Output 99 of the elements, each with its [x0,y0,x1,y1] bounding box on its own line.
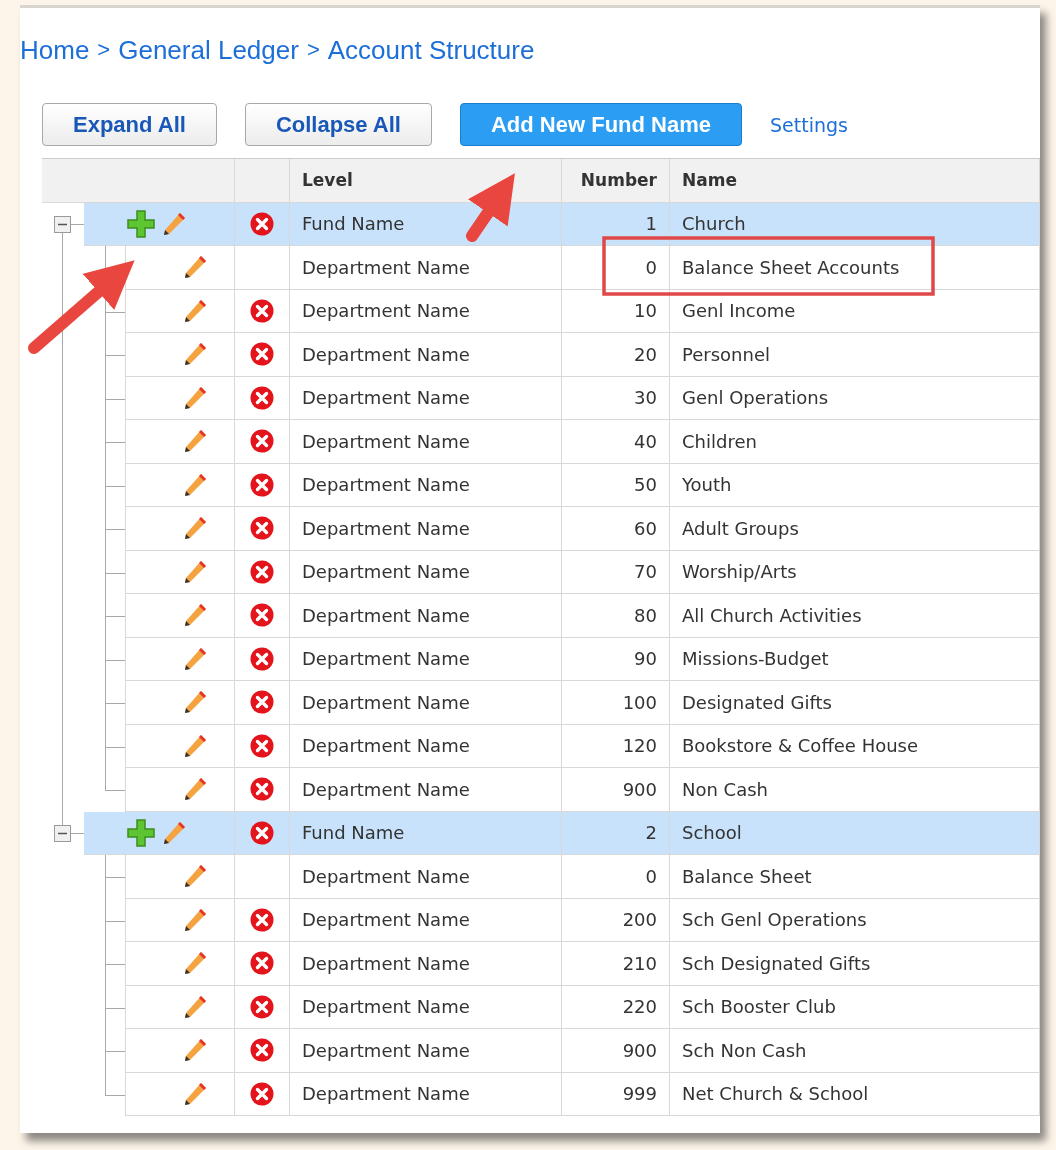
delete-icon[interactable] [250,733,274,758]
table-cell-text: Children [681,430,758,452]
table-cell-text: 120 [621,735,658,757]
delete-icon[interactable] [250,690,274,715]
table-cell-text: Sch Designated Gifts [681,952,872,974]
table-cell-text: 40 [633,430,658,452]
table-cell-text: Balance Sheet Accounts [681,256,901,278]
delete-icon[interactable] [250,211,274,236]
table-cell-text: Genl Income [681,300,797,322]
table-cell-text: 100 [621,691,658,713]
table-cell-text: Balance Sheet [681,865,813,887]
breadcrumb-separator: > [306,37,320,63]
delete-icon[interactable] [250,820,274,845]
table-cell-text: 2 [644,822,658,844]
table-cell-text: Department Name [301,343,471,365]
breadcrumb-link[interactable]: General Ledger [118,34,299,66]
table-cell-text: Department Name [301,735,471,757]
table-cell-text: 50 [633,474,658,496]
delete-icon[interactable] [250,1081,274,1106]
table-cell-text: Personnel [681,343,771,365]
table-cell-text: 20 [633,343,658,365]
table-cell-text: School [681,822,743,844]
table-cell-text: Department Name [301,256,471,278]
table-cell-text: Sch Genl Operations [681,909,868,931]
plus-icon[interactable] [126,817,156,848]
breadcrumb-separator: > [97,37,111,63]
delete-icon[interactable] [250,951,274,976]
table-cell-text: 900 [621,778,658,800]
table-cell-text: Sch Booster Club [681,996,837,1018]
table-cell-text: Department Name [301,648,471,670]
table-cell-text: 10 [633,300,658,322]
table-cell-text: Department Name [301,517,471,539]
column-header: Name [682,170,737,191]
delete-icon[interactable] [250,472,274,497]
table-cell-text: Department Name [301,387,471,409]
delete-icon[interactable] [250,342,274,367]
table-cell-text: Department Name [301,865,471,887]
table-cell-text: 210 [621,952,658,974]
delete-icon[interactable] [250,907,274,932]
delete-icon[interactable] [250,516,274,541]
collapse-icon[interactable] [54,824,71,842]
delete-icon[interactable] [250,559,274,584]
table-cell-text: 900 [621,1039,658,1061]
table-cell-text: Department Name [301,1083,471,1105]
table-cell-text: 220 [621,996,658,1018]
table-cell-text: Worship/Arts [681,561,798,583]
table-cell-text: 0 [644,256,658,278]
table-cell-text: Fund Name [301,822,406,844]
table-cell-text: 200 [621,909,658,931]
table-cell-text: 0 [644,865,658,887]
table-cell-text: 30 [633,387,658,409]
delete-icon[interactable] [250,298,274,323]
table-cell-text: Department Name [301,909,471,931]
breadcrumb-link[interactable]: Account Structure [327,34,535,66]
table-cell-text: Bookstore & Coffee House [681,735,920,757]
settings-link[interactable]: Settings [770,113,848,136]
table-cell-text: 1 [644,213,658,235]
toolbar-button[interactable]: Collapse All [244,103,432,146]
delete-icon[interactable] [250,1038,274,1063]
table-cell-text: Department Name [301,561,471,583]
table-cell-text: Department Name [301,691,471,713]
table-cell-text: Department Name [301,430,471,452]
breadcrumb-link[interactable]: Home [20,34,90,66]
table-cell-text: Genl Operations [681,387,830,409]
table-cell-text: Department Name [301,604,471,626]
table-cell-text: Net Church & School [681,1083,870,1105]
table-cell-text: 90 [633,648,658,670]
column-header: Number [580,170,657,191]
table-cell-text: Department Name [301,952,471,974]
table-cell-text: Department Name [301,1039,471,1061]
plus-icon[interactable] [126,208,156,239]
table-cell-text: All Church Activities [681,604,863,626]
table-cell-text: 70 [633,561,658,583]
delete-icon[interactable] [250,646,274,671]
delete-icon[interactable] [250,385,274,410]
table-cell-text: 80 [633,604,658,626]
annotation-arrow [466,173,515,242]
table-cell-text: Department Name [301,474,471,496]
add-button[interactable]: Add New Fund Name [460,103,742,146]
table-cell-text: Designated Gifts [681,691,833,713]
delete-icon[interactable] [250,429,274,454]
toolbar-button[interactable]: Expand All [42,103,217,146]
delete-icon[interactable] [250,603,274,628]
delete-icon[interactable] [250,994,274,1019]
table-cell-text: 60 [633,517,658,539]
table-cell-text: Department Name [301,778,471,800]
table-cell-text: Missions-Budget [681,648,830,670]
table-cell-text: Church [681,213,747,235]
table-cell-text: Department Name [301,996,471,1018]
table-cell-text: Non Cash [681,778,769,800]
table-cell-text: Youth [681,474,733,496]
table-cell-text: Department Name [301,300,471,322]
table-cell-text: 999 [621,1083,658,1105]
delete-icon[interactable] [250,777,274,802]
collapse-icon[interactable] [54,215,71,233]
table-cell-text: Sch Non Cash [681,1039,808,1061]
table-cell-text: Adult Groups [681,517,800,539]
column-header: Level [302,170,353,191]
table-cell-text: Fund Name [301,213,406,235]
